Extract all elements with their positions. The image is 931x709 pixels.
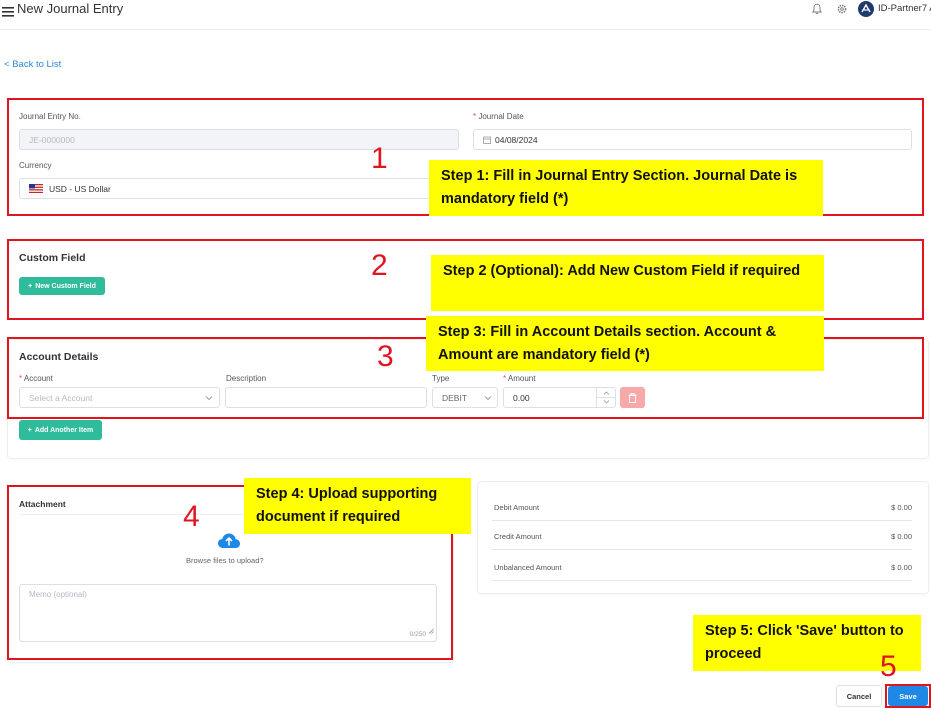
avatar[interactable] bbox=[858, 1, 874, 17]
plus-icon: + bbox=[27, 426, 32, 434]
step-number-3: 3 bbox=[377, 340, 394, 373]
debit-amount-value: $ 0.00 bbox=[891, 503, 912, 512]
callout-step2: Step 2 (Optional): Add New Custom Field … bbox=[431, 255, 824, 311]
chevron-left-icon: < bbox=[4, 59, 10, 70]
unbalanced-amount-value: $ 0.00 bbox=[891, 563, 912, 572]
back-to-list-label: Back to List bbox=[12, 59, 62, 70]
credit-amount-value: $ 0.00 bbox=[891, 532, 912, 541]
top-bar bbox=[0, 0, 931, 30]
cancel-button[interactable]: Cancel bbox=[836, 685, 882, 707]
back-to-list-link[interactable]: < Back to List bbox=[4, 59, 61, 70]
page-title: New Journal Entry bbox=[17, 1, 124, 16]
summary-divider bbox=[492, 580, 912, 581]
step-number-1: 1 bbox=[371, 142, 388, 175]
bell-icon[interactable] bbox=[811, 2, 823, 15]
highlight-box-step5 bbox=[885, 684, 931, 708]
debit-amount-label: Debit Amount bbox=[494, 503, 540, 512]
summary-divider bbox=[492, 520, 912, 521]
step-number-5: 5 bbox=[880, 650, 897, 683]
summary-divider bbox=[492, 549, 912, 550]
user-name[interactable]: ID-Partner7 A. bbox=[878, 3, 931, 14]
add-another-item-label: Add Another Item bbox=[34, 426, 94, 434]
callout-step4: Step 4: Upload supporting document if re… bbox=[244, 478, 471, 534]
callout-step3: Step 3: Fill in Account Details section.… bbox=[426, 316, 824, 371]
gear-icon[interactable] bbox=[836, 2, 848, 14]
credit-amount-label: Credit Amount bbox=[494, 532, 542, 541]
step-number-4: 4 bbox=[183, 500, 200, 533]
callout-step1: Step 1: Fill in Journal Entry Section. J… bbox=[429, 160, 823, 216]
add-another-item-button[interactable]: + Add Another Item bbox=[19, 420, 102, 440]
menu-icon[interactable] bbox=[2, 4, 14, 17]
step-number-2: 2 bbox=[371, 249, 388, 282]
unbalanced-amount-label: Unbalanced Amount bbox=[494, 563, 562, 572]
